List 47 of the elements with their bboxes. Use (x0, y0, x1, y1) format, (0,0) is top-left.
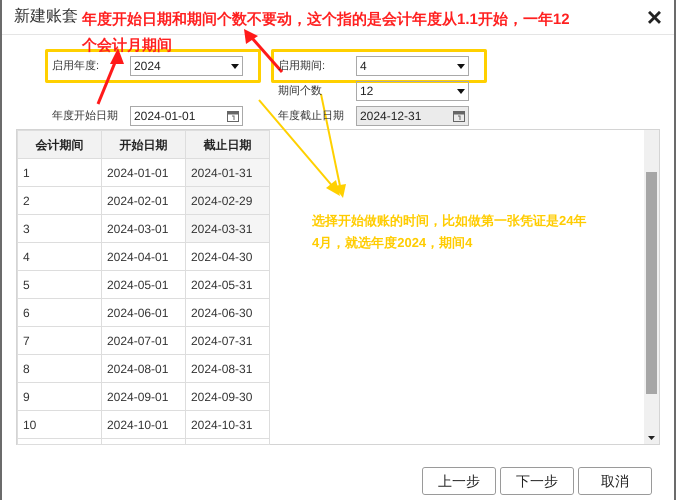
table-cell: 2024-05-31 (186, 270, 270, 298)
table-cell: 2024-09-01 (102, 382, 186, 410)
table-cell: 2024-04-30 (186, 242, 270, 270)
field-label: 启用年度: (52, 58, 100, 74)
table-cell: 2024-03-31 (186, 214, 270, 242)
dialog-button[interactable]: 取消 (578, 467, 652, 495)
table-cell: 2024-04-01 (102, 242, 186, 270)
table-cell: 4 (18, 242, 102, 270)
dropdown[interactable]: 12 (356, 81, 469, 101)
window-title: 新建账套 (14, 6, 78, 27)
table-cell: 9 (18, 382, 102, 410)
table-cell: 3 (18, 214, 102, 242)
table-cell: 1 (18, 158, 102, 186)
table-cell: 2024-02-29 (186, 186, 270, 214)
table-cell: 2024-10-01 (102, 410, 186, 438)
field-label: 期间个数 (278, 84, 323, 99)
table-cell: 6 (18, 298, 102, 326)
column-header[interactable]: 开始日期 (102, 130, 186, 158)
table-cell: 10 (18, 410, 102, 438)
field-label: 年度开始日期 (52, 108, 119, 124)
table-cell: 2024-06-30 (186, 298, 270, 326)
table-cell: 2024-10-31 (186, 410, 270, 438)
annotation-text: 4月，就选年度2024，期间4 (312, 234, 472, 252)
date-field[interactable]: 2024-12-31 (356, 106, 469, 126)
field-label: 启用期间: (278, 58, 326, 74)
dialog-button[interactable]: 上一步 (422, 467, 496, 495)
close-button[interactable]: × (646, 4, 662, 30)
table-cell: 5 (18, 270, 102, 298)
table-cell: 2024-07-01 (102, 326, 186, 354)
table-cell: 2024-08-01 (102, 354, 186, 382)
table-cell: 2024-06-01 (102, 298, 186, 326)
table-cell: 2024-07-31 (186, 326, 270, 354)
column-header[interactable]: 截止日期 (186, 130, 270, 158)
table-cell: 2024-08-31 (186, 354, 270, 382)
table-cell: 2 (18, 186, 102, 214)
dropdown[interactable]: 4 (356, 56, 469, 76)
annotation-text: 选择开始做账的时间，比如做第一张凭证是24年 (312, 212, 586, 230)
dropdown[interactable]: 2024 (130, 56, 243, 76)
dialog-button[interactable]: 下一步 (500, 467, 574, 495)
table-cell: 8 (18, 354, 102, 382)
annotation-text: 年度开始日期和期间个数不要动，这个指的是会计年度从1.1开始，一年12 (82, 10, 570, 30)
table-cell: 2024-01-31 (186, 158, 270, 186)
table-cell: 2024-05-01 (102, 270, 186, 298)
date-field[interactable]: 2024-01-01 (130, 106, 243, 126)
table-cell: 7 (18, 326, 102, 354)
column-header[interactable]: 会计期间 (18, 130, 102, 158)
table-cell: 2024-09-30 (186, 382, 270, 410)
